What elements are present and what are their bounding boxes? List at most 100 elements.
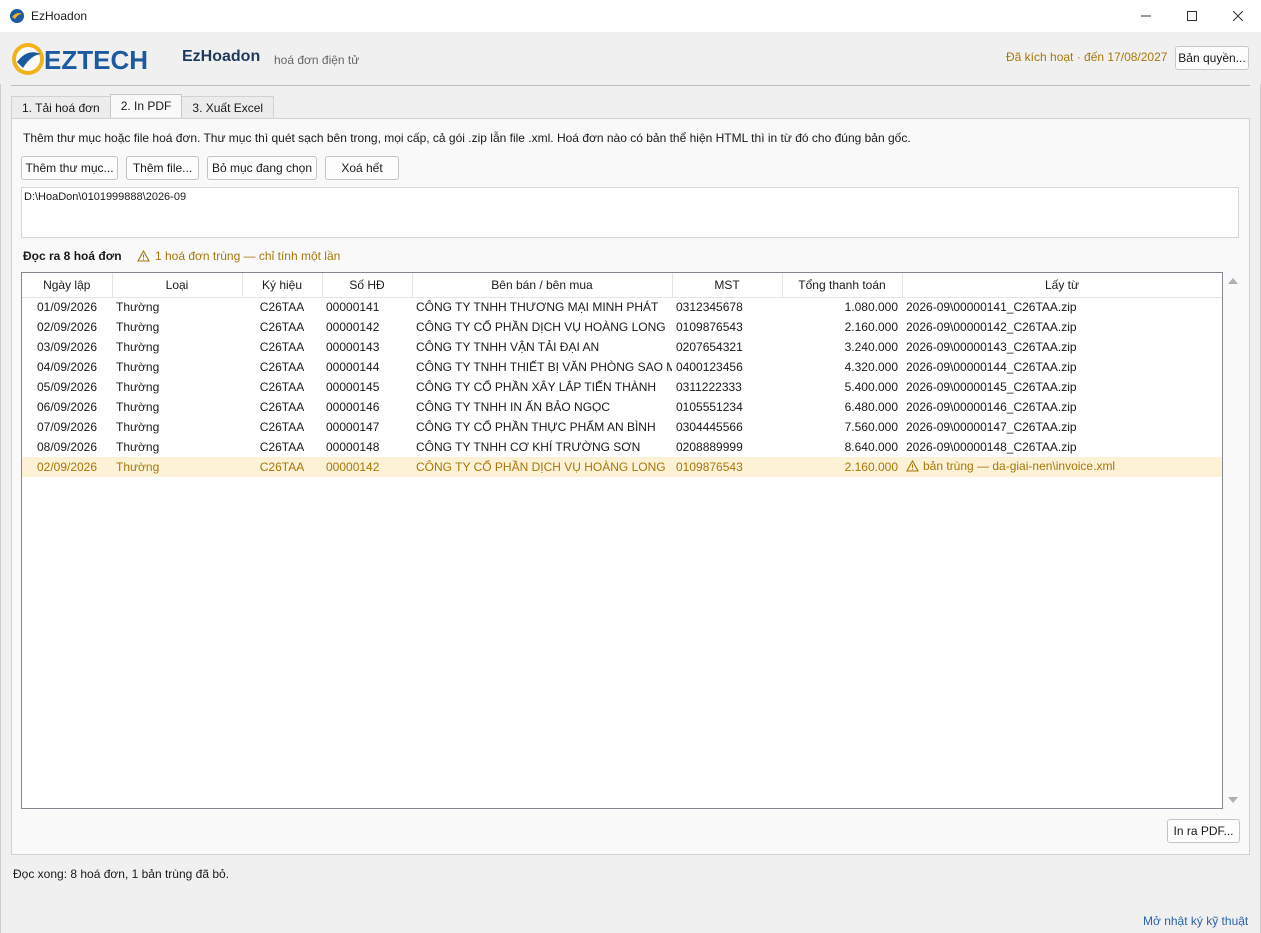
table-scrollbar[interactable]: [1225, 272, 1241, 809]
cell-source: 2026-09\00000143_C26TAA.zip: [906, 340, 1077, 354]
cell-date: 05/09/2026: [36, 380, 98, 394]
scroll-down-icon[interactable]: [1228, 797, 1238, 803]
table-row-duplicate[interactable]: 02/09/2026 Thường C26TAA 00000142 CÔNG T…: [22, 457, 1222, 477]
cell-number: 00000147: [326, 420, 380, 434]
cell-source: 2026-09\00000147_C26TAA.zip: [906, 420, 1077, 434]
column-header-total[interactable]: Tổng thanh toán: [782, 273, 903, 298]
minimize-icon: [1141, 15, 1151, 17]
cell-tax-code: 0312345678: [676, 300, 743, 315]
clear-all-button[interactable]: Xoá hết: [325, 156, 399, 180]
cell-party: CÔNG TY CỔ PHẦN DỊCH VỤ HOÀNG LONG: [416, 320, 666, 334]
remove-selected-button[interactable]: Bỏ mục đang chọn: [207, 156, 317, 180]
table-row[interactable]: 02/09/2026 Thường C26TAA 00000142 CÔNG T…: [22, 317, 1222, 337]
app-logo-icon: [9, 8, 25, 24]
cell-source: 2026-09\00000146_C26TAA.zip: [906, 400, 1077, 414]
cell-type: Thường: [116, 360, 160, 374]
cell-symbol: C26TAA: [259, 440, 305, 454]
table-row[interactable]: 01/09/2026 Thường C26TAA 00000141 CÔNG T…: [22, 297, 1222, 317]
open-log-link[interactable]: Mở nhật ký kỹ thuật: [1143, 914, 1248, 928]
table-row[interactable]: 08/09/2026 Thường C26TAA 00000148 CÔNG T…: [22, 437, 1222, 457]
cell-tax-code: 0207654321: [676, 340, 743, 354]
cell-tax-code: 0311222333: [676, 380, 742, 394]
cell-tax-code: 0208889999: [676, 440, 743, 454]
column-header-type[interactable]: Loại: [112, 273, 243, 298]
column-header-party[interactable]: Bên bán / bên mua: [412, 273, 673, 298]
cell-tax-code: 0400123456: [676, 360, 743, 374]
cell-total: 7.560.000: [844, 420, 898, 434]
tab-export-excel[interactable]: 3. Xuất Excel: [181, 96, 275, 118]
cell-number: 00000146: [326, 400, 380, 414]
cell-date: 02/09/2026: [22, 457, 112, 477]
table-row[interactable]: 04/09/2026 Thường C26TAA 00000144 CÔNG T…: [22, 357, 1222, 377]
window-title: EzHoadon: [31, 9, 88, 23]
title-bar: EzHoadon: [0, 0, 1261, 32]
cell-number: 00000148: [326, 440, 380, 454]
maximize-icon: [1187, 11, 1197, 21]
minimize-button[interactable]: [1123, 0, 1169, 32]
cell-date: 03/09/2026: [36, 340, 98, 354]
cell-symbol: C26TAA: [242, 457, 322, 477]
scroll-up-icon[interactable]: [1228, 278, 1238, 284]
cell-party: CÔNG TY TNHH CƠ KHÍ TRƯỜNG SƠN: [416, 440, 641, 454]
cell-total: 4.320.000: [844, 360, 898, 374]
column-header-source[interactable]: Lấy từ: [902, 273, 1222, 298]
cell-source: 2026-09\00000141_C26TAA.zip: [906, 300, 1077, 315]
source-path-item[interactable]: D:\HoaDon\0101999888\2026-09: [24, 191, 1236, 203]
cell-date: 07/09/2026: [36, 420, 98, 434]
cell-total: 2.160.000: [782, 457, 902, 477]
table-row[interactable]: 06/09/2026 Thường C26TAA 00000146 CÔNG T…: [22, 397, 1222, 417]
duplicate-source-text: bản trùng — da-giai-nen\invoice.xml: [923, 459, 1116, 473]
cell-tax-code: 0109876543: [672, 457, 782, 477]
app-subtitle: hoá đơn điện tử: [274, 53, 360, 67]
source-path-list[interactable]: D:\HoaDon\0101999888\2026-09: [21, 187, 1239, 238]
cell-number: 00000142: [326, 320, 380, 334]
cell-tax-code: 0109876543: [676, 320, 743, 334]
close-button[interactable]: [1215, 0, 1261, 32]
cell-party: CÔNG TY CỔ PHẦN XÂY LẮP TIẾN THÀNH: [416, 380, 657, 394]
cell-party: CÔNG TY TNHH THƯƠNG MẠI MINH PHÁT: [416, 300, 659, 315]
table-row[interactable]: 05/09/2026 Thường C26TAA 00000145 CÔNG T…: [22, 377, 1222, 397]
tab-download[interactable]: 1. Tải hoá đơn: [11, 96, 111, 118]
cell-type: Thường: [116, 380, 160, 394]
add-file-button[interactable]: Thêm file...: [126, 156, 199, 180]
cell-total: 3.240.000: [844, 340, 898, 354]
brand-logo: EZTECH: [11, 40, 169, 78]
cell-date: 08/09/2026: [36, 440, 98, 454]
table-row[interactable]: 07/09/2026 Thường C26TAA 00000147 CÔNG T…: [22, 417, 1222, 437]
cell-type: Thường: [116, 340, 160, 354]
cell-number: 00000141: [326, 300, 380, 315]
license-status: Đã kích hoạt · đến 17/08/2027: [1006, 50, 1168, 64]
table-row[interactable]: 03/09/2026 Thường C26TAA 00000143 CÔNG T…: [22, 337, 1222, 357]
cell-source: 2026-09\00000148_C26TAA.zip: [906, 440, 1077, 454]
warning-icon: [137, 250, 150, 262]
column-header-symbol[interactable]: Ký hiệu: [242, 273, 323, 298]
cell-party: CÔNG TY TNHH VẬN TẢI ĐẠI AN: [416, 340, 600, 354]
cell-party: CÔNG TY CỔ PHẦN THỰC PHẨM AN BÌNH: [416, 420, 656, 434]
column-header-date[interactable]: Ngày lập: [22, 273, 113, 298]
column-header-tax-code[interactable]: MST: [672, 273, 783, 298]
cell-type: Thường: [112, 457, 242, 477]
invoice-table[interactable]: Ngày lập Loại Ký hiệu Số HĐ Bên bán / bê…: [21, 272, 1223, 809]
brand-logo-text: EZTECH: [44, 45, 148, 75]
cell-source: 2026-09\00000144_C26TAA.zip: [906, 360, 1077, 374]
column-header-number[interactable]: Số HĐ: [322, 273, 413, 298]
cell-symbol: C26TAA: [259, 400, 305, 414]
cell-number: 00000144: [326, 360, 380, 374]
duplicate-notice-text: 1 hoá đơn trùng — chỉ tính một lần: [155, 249, 341, 263]
tab-print-pdf[interactable]: 2. In PDF: [109, 94, 183, 117]
cell-date: 01/09/2026: [36, 300, 98, 315]
cell-tax-code: 0105551234: [676, 400, 743, 414]
cell-symbol: C26TAA: [259, 360, 305, 374]
cell-type: Thường: [116, 420, 160, 434]
close-icon: [1233, 11, 1243, 21]
cell-number: 00000145: [326, 380, 380, 394]
cell-total: 8.640.000: [844, 440, 898, 454]
maximize-button[interactable]: [1169, 0, 1215, 32]
table-header-row: Ngày lập Loại Ký hiệu Số HĐ Bên bán / bê…: [22, 273, 1222, 298]
license-button[interactable]: Bản quyền...: [1175, 46, 1249, 70]
cell-type: Thường: [116, 440, 160, 454]
cell-party: CÔNG TY TNHH IN ẤN BẢO NGỌC: [416, 400, 611, 414]
print-pdf-button[interactable]: In ra PDF...: [1167, 819, 1240, 843]
cell-type: Thường: [116, 320, 160, 334]
add-folder-button[interactable]: Thêm thư mục...: [21, 156, 118, 180]
